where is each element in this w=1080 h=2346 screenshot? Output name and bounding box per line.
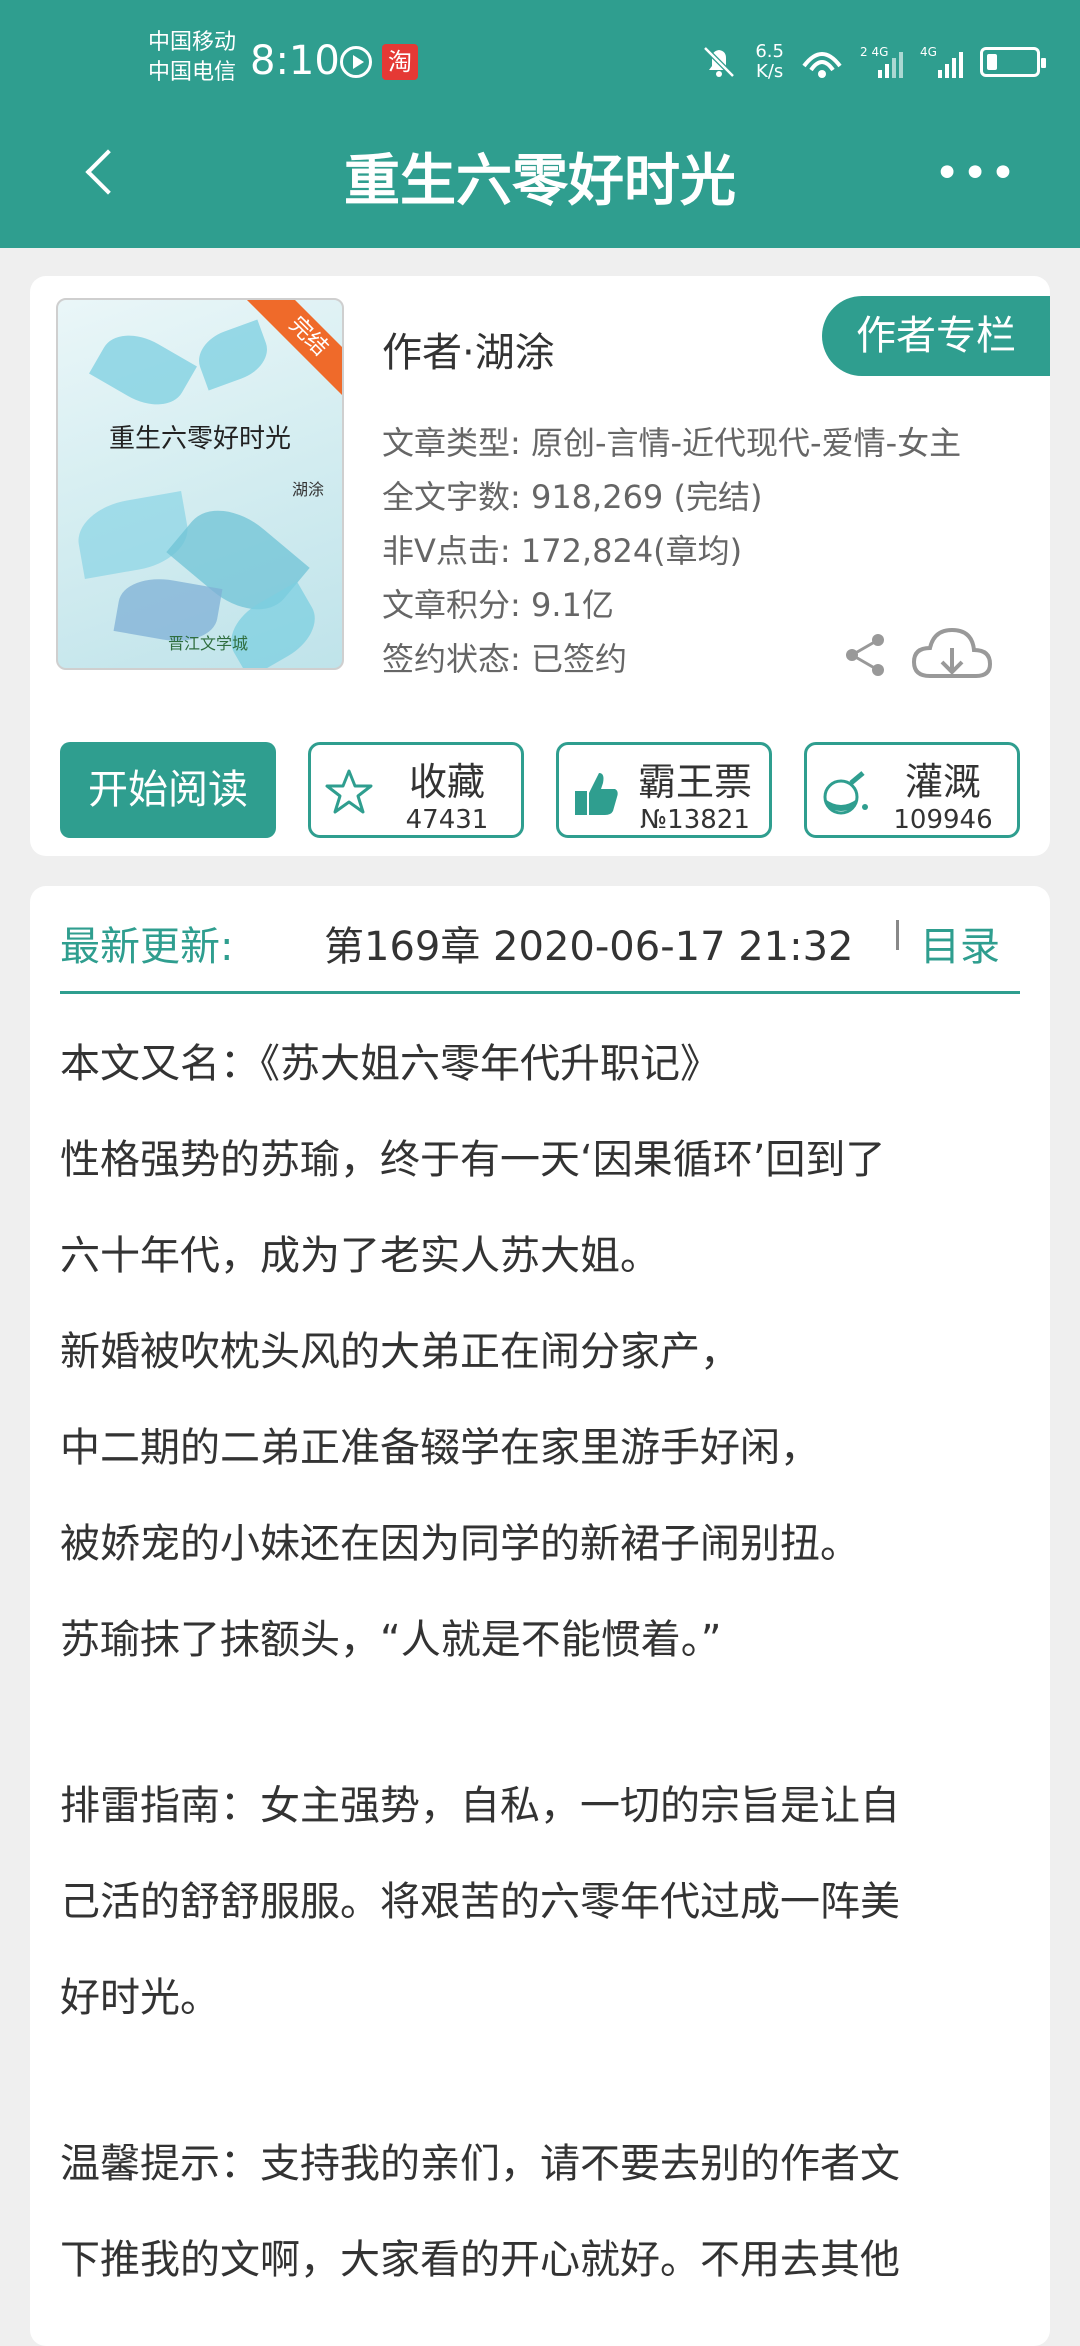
ticket-count: №13821 <box>640 805 750 835</box>
collect-label: 收藏 <box>408 760 485 804</box>
cell-signal-2-icon: 4G <box>920 45 963 78</box>
description-blank-line <box>60 1688 1020 1758</box>
carrier-2: 中国电信 <box>148 60 237 85</box>
cover-title: 重生六零好时光 <box>108 424 291 454</box>
thumbs-up-icon <box>575 773 618 815</box>
network-speed-unit: K/s <box>756 61 784 82</box>
meta-word-count: 全文字数: 918,269 (完结) <box>382 478 763 516</box>
latest-chapter[interactable]: 第169章 2020-06-17 21:32 <box>324 914 894 972</box>
wifi-icon <box>802 52 842 78</box>
battery-icon <box>980 47 1046 77</box>
publisher-logo: 晋江文学城 <box>168 634 249 653</box>
meta-genre: 文章类型: 原创-言情-近代现代-爱情-女主 <box>382 424 962 462</box>
clock: 8:10 <box>250 38 340 84</box>
divider <box>896 920 899 950</box>
star-icon <box>325 769 373 814</box>
cover-author: 湖涂 <box>291 480 324 499</box>
carrier-names: 中国移动 中国电信 <box>148 28 236 88</box>
latest-update-row[interactable]: 最新更新: 第169章 2020-06-17 21:32 目录 <box>60 886 1020 994</box>
collect-count: 47431 <box>405 805 489 835</box>
network-speed-value: 6.5 <box>755 41 784 62</box>
share-icon[interactable] <box>840 630 890 680</box>
cover-flower-art <box>89 321 197 419</box>
taobao-icon: 淘 <box>382 44 418 80</box>
description-line: 温馨提示：支持我的亲们，请不要去别的作者文 <box>60 2141 900 2187</box>
description-card: 最新更新: 第169章 2020-06-17 21:32 目录 本文又名：《苏大… <box>30 886 1050 2346</box>
description-line: 苏瑜抹了抹额头，“人就是不能惯着。” <box>60 1617 722 1663</box>
more-menu-button[interactable]: ••• <box>934 152 1018 196</box>
start-reading-button[interactable]: 开始阅读 <box>60 742 276 838</box>
latest-update-label: 最新更新: <box>60 924 234 970</box>
download-cloud-icon[interactable] <box>910 622 994 688</box>
description-line: 被娇宠的小妹还在因为同学的新裙子闹别扭。 <box>60 1521 860 1567</box>
network-speed: 6.5 K/s <box>755 42 784 82</box>
flask-icon <box>823 771 868 815</box>
description-line: 好时光。 <box>60 1975 220 2021</box>
meta-clicks: 非Ⅴ点击: 172,824(章均) <box>382 532 743 570</box>
status-icons: 6.5 K/s 2 4G 4G <box>699 38 1046 86</box>
irrigate-count: 109946 <box>893 805 993 835</box>
description-line: 性格强势的苏瑜，终于有一天‘因果循环’回到了 <box>60 1137 886 1183</box>
author-column-button[interactable]: 作者专栏 <box>822 296 1050 376</box>
overlord-ticket-button[interactable]: 霸王票 №13821 <box>556 742 772 838</box>
svg-text:4G: 4G <box>920 45 937 59</box>
cover-flower-art <box>72 490 194 580</box>
page-title: 重生六零好时光 <box>344 149 736 214</box>
table-of-contents-link[interactable]: 目录 <box>920 914 1000 972</box>
book-description: 本文又名：《苏大姐六零年代升职记》 性格强势的苏瑜，终于有一天‘因果循环’回到了… <box>60 1016 1020 2308</box>
media-play-icon <box>340 46 372 78</box>
description-line: 中二期的二弟正准备辍学在家里游手好闲， <box>60 1425 820 1471</box>
description-line: 本文又名：《苏大姐六零年代升职记》 <box>60 1041 720 1087</box>
book-info-card: 重生六零好时光 湖涂 完结 晋江文学城 作者·湖涂 作者专栏 文章类型: 原创-… <box>30 276 1050 856</box>
description-line: 排雷指南：女主强势，自私，一切的宗旨是让自 <box>60 1783 900 1829</box>
svg-text:2 4G: 2 4G <box>860 45 888 59</box>
irrigate-button[interactable]: 灌溉 109946 <box>804 742 1020 838</box>
description-line: 己活的舒舒服服。将艰苦的六零年代过成一阵美 <box>60 1879 900 1925</box>
book-cover[interactable]: 重生六零好时光 湖涂 完结 晋江文学城 <box>56 298 344 670</box>
ticket-label: 霸王票 <box>637 760 752 804</box>
carrier-1: 中国移动 <box>148 30 237 55</box>
description-line: 新婚被吹枕头风的大弟正在闹分家产， <box>60 1329 740 1375</box>
description-line: 六十年代，成为了老实人苏大姐。 <box>60 1233 660 1279</box>
description-line: 下推我的文啊，大家看的开心就好。不用去其他 <box>60 2237 900 2283</box>
status-bar: 中国移动 中国电信 8:10 淘 6.5 K/s 2 4G 4G <box>0 0 1080 120</box>
app-header: 中国移动 中国电信 8:10 淘 6.5 K/s 2 4G 4G 重生六零好时光… <box>0 0 1080 248</box>
mute-bell-icon <box>703 46 736 78</box>
collect-button[interactable]: 收藏 47431 <box>308 742 524 838</box>
irrigate-label: 灌溉 <box>904 760 981 804</box>
cell-signal-1-icon: 2 4G <box>860 45 903 78</box>
author-name[interactable]: 作者·湖涂 <box>382 320 555 378</box>
cover-flower-art <box>191 319 275 391</box>
description-blank-line <box>60 2046 1020 2116</box>
